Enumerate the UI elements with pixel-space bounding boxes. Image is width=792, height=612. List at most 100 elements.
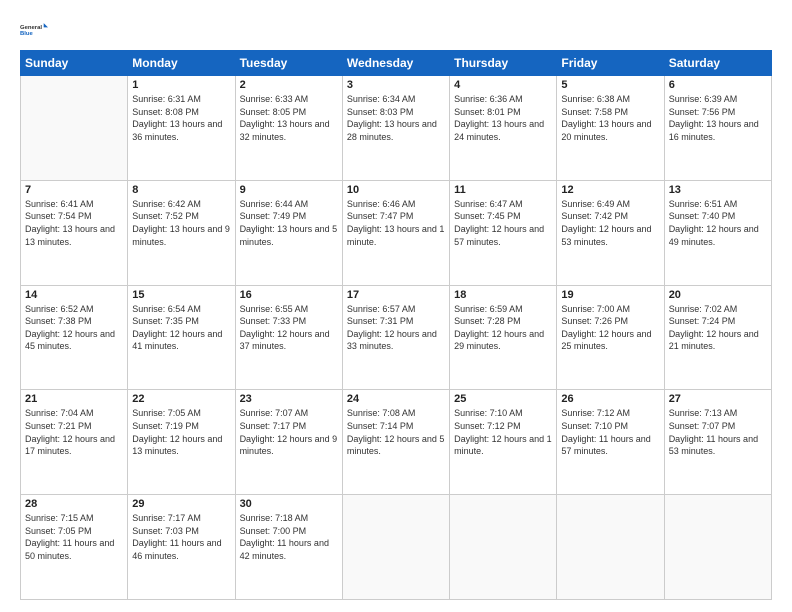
calendar-table: SundayMondayTuesdayWednesdayThursdayFrid… bbox=[20, 50, 772, 600]
cell-info: Sunrise: 7:08 AMSunset: 7:14 PMDaylight:… bbox=[347, 407, 445, 457]
cell-info: Sunrise: 6:36 AMSunset: 8:01 PMDaylight:… bbox=[454, 93, 552, 143]
weekday-header-friday: Friday bbox=[557, 51, 664, 76]
calendar-body: 1Sunrise: 6:31 AMSunset: 8:08 PMDaylight… bbox=[21, 76, 772, 600]
logo: General Blue bbox=[20, 18, 48, 40]
cell-info: Sunrise: 6:49 AMSunset: 7:42 PMDaylight:… bbox=[561, 198, 659, 248]
weekday-header-tuesday: Tuesday bbox=[235, 51, 342, 76]
cell-info: Sunrise: 6:34 AMSunset: 8:03 PMDaylight:… bbox=[347, 93, 445, 143]
calendar-cell: 30Sunrise: 7:18 AMSunset: 7:00 PMDayligh… bbox=[235, 495, 342, 600]
weekday-header-thursday: Thursday bbox=[450, 51, 557, 76]
day-number: 29 bbox=[132, 498, 230, 510]
calendar-cell bbox=[557, 495, 664, 600]
day-number: 25 bbox=[454, 393, 552, 405]
calendar-cell: 19 Sunrise: 7:00 AMSunset: 7:26 PMDayligh… bbox=[557, 285, 664, 390]
cell-info: Sunrise: 7:05 AMSunset: 7:19 PMDaylight:… bbox=[132, 407, 230, 457]
svg-text:Blue: Blue bbox=[20, 31, 34, 37]
calendar-cell bbox=[664, 495, 771, 600]
calendar-cell: 25 Sunrise: 7:10 AMSunset: 7:12 PMDayligh… bbox=[450, 390, 557, 495]
day-number: 12 bbox=[561, 184, 659, 196]
calendar-cell: 28Sunrise: 7:15 AMSunset: 7:05 PMDayligh… bbox=[21, 495, 128, 600]
day-number: 20 bbox=[669, 289, 767, 301]
calendar-cell: 14 Sunrise: 6:52 AMSunset: 7:38 PMDayligh… bbox=[21, 285, 128, 390]
calendar-week-row: 14 Sunrise: 6:52 AMSunset: 7:38 PMDayligh… bbox=[21, 285, 772, 390]
calendar-cell: 7Sunrise: 6:41 AMSunset: 7:54 PMDaylight… bbox=[21, 180, 128, 285]
cell-info: Sunrise: 6:44 AMSunset: 7:49 PMDaylight:… bbox=[240, 198, 338, 248]
cell-info: Sunrise: 7:17 AMSunset: 7:03 PMDaylight:… bbox=[132, 512, 230, 562]
day-number: 4 bbox=[454, 79, 552, 91]
calendar-header: SundayMondayTuesdayWednesdayThursdayFrid… bbox=[21, 51, 772, 76]
day-number: 19 bbox=[561, 289, 659, 301]
day-number: 8 bbox=[132, 184, 230, 196]
day-number: 18 bbox=[454, 289, 552, 301]
cell-info: Sunrise: 6:59 AMSunset: 7:28 PMDaylight:… bbox=[454, 303, 552, 353]
calendar-cell: 23Sunrise: 7:07 AMSunset: 7:17 PMDayligh… bbox=[235, 390, 342, 495]
cell-info: Sunrise: 6:39 AMSunset: 7:56 PMDaylight:… bbox=[669, 93, 767, 143]
calendar-cell bbox=[450, 495, 557, 600]
day-number: 9 bbox=[240, 184, 338, 196]
cell-info: Sunrise: 7:18 AMSunset: 7:00 PMDaylight:… bbox=[240, 512, 338, 562]
calendar-cell: 22 Sunrise: 7:05 AMSunset: 7:19 PMDayligh… bbox=[128, 390, 235, 495]
weekday-header-wednesday: Wednesday bbox=[342, 51, 449, 76]
calendar-week-row: 28Sunrise: 7:15 AMSunset: 7:05 PMDayligh… bbox=[21, 495, 772, 600]
cell-info: Sunrise: 6:41 AMSunset: 7:54 PMDaylight:… bbox=[25, 198, 123, 248]
cell-info: Sunrise: 7:12 AMSunset: 7:10 PMDaylight:… bbox=[561, 407, 659, 457]
cell-info: Sunrise: 7:10 AMSunset: 7:12 PMDaylight:… bbox=[454, 407, 552, 457]
day-number: 24 bbox=[347, 393, 445, 405]
header: General Blue bbox=[20, 18, 772, 40]
cell-info: Sunrise: 6:57 AMSunset: 7:31 PMDaylight:… bbox=[347, 303, 445, 353]
day-number: 17 bbox=[347, 289, 445, 301]
cell-info: Sunrise: 6:55 AMSunset: 7:33 PMDaylight:… bbox=[240, 303, 338, 353]
calendar-cell: 4 Sunrise: 6:36 AMSunset: 8:01 PMDaylight… bbox=[450, 76, 557, 181]
day-number: 14 bbox=[25, 289, 123, 301]
day-number: 16 bbox=[240, 289, 338, 301]
day-number: 23 bbox=[240, 393, 338, 405]
calendar-cell: 3 Sunrise: 6:34 AMSunset: 8:03 PMDaylight… bbox=[342, 76, 449, 181]
weekday-header-row: SundayMondayTuesdayWednesdayThursdayFrid… bbox=[21, 51, 772, 76]
cell-info: Sunrise: 6:33 AMSunset: 8:05 PMDaylight:… bbox=[240, 93, 338, 143]
day-number: 15 bbox=[132, 289, 230, 301]
calendar-cell: 5Sunrise: 6:38 AMSunset: 7:58 PMDaylight… bbox=[557, 76, 664, 181]
calendar-week-row: 7Sunrise: 6:41 AMSunset: 7:54 PMDaylight… bbox=[21, 180, 772, 285]
calendar-week-row: 21 Sunrise: 7:04 AMSunset: 7:21 PMDayligh… bbox=[21, 390, 772, 495]
day-number: 28 bbox=[25, 498, 123, 510]
cell-info: Sunrise: 7:04 AMSunset: 7:21 PMDaylight:… bbox=[25, 407, 123, 457]
calendar-cell: 12 Sunrise: 6:49 AMSunset: 7:42 PMDayligh… bbox=[557, 180, 664, 285]
calendar-cell: 2 Sunrise: 6:33 AMSunset: 8:05 PMDaylight… bbox=[235, 76, 342, 181]
calendar-cell bbox=[342, 495, 449, 600]
calendar-cell: 17 Sunrise: 6:57 AMSunset: 7:31 PMDayligh… bbox=[342, 285, 449, 390]
calendar-cell: 8 Sunrise: 6:42 AMSunset: 7:52 PMDaylight… bbox=[128, 180, 235, 285]
calendar-cell: 29 Sunrise: 7:17 AMSunset: 7:03 PMDayligh… bbox=[128, 495, 235, 600]
cell-info: Sunrise: 7:00 AMSunset: 7:26 PMDaylight:… bbox=[561, 303, 659, 353]
cell-info: Sunrise: 7:02 AMSunset: 7:24 PMDaylight:… bbox=[669, 303, 767, 353]
calendar-cell: 10Sunrise: 6:46 AMSunset: 7:47 PMDayligh… bbox=[342, 180, 449, 285]
day-number: 3 bbox=[347, 79, 445, 91]
calendar-cell: 27Sunrise: 7:13 AMSunset: 7:07 PMDayligh… bbox=[664, 390, 771, 495]
logo-icon: General Blue bbox=[20, 18, 48, 40]
day-number: 11 bbox=[454, 184, 552, 196]
cell-info: Sunrise: 6:42 AMSunset: 7:52 PMDaylight:… bbox=[132, 198, 230, 248]
calendar-cell: 13 Sunrise: 6:51 AMSunset: 7:40 PMDayligh… bbox=[664, 180, 771, 285]
day-number: 6 bbox=[669, 79, 767, 91]
calendar-cell: 6 Sunrise: 6:39 AMSunset: 7:56 PMDaylight… bbox=[664, 76, 771, 181]
day-number: 1 bbox=[132, 79, 230, 91]
calendar-cell: 9 Sunrise: 6:44 AMSunset: 7:49 PMDaylight… bbox=[235, 180, 342, 285]
weekday-header-monday: Monday bbox=[128, 51, 235, 76]
day-number: 22 bbox=[132, 393, 230, 405]
day-number: 5 bbox=[561, 79, 659, 91]
calendar-week-row: 1Sunrise: 6:31 AMSunset: 8:08 PMDaylight… bbox=[21, 76, 772, 181]
page: General Blue SundayMondayTuesdayWednesda… bbox=[0, 0, 792, 612]
calendar-cell: 20 Sunrise: 7:02 AMSunset: 7:24 PMDayligh… bbox=[664, 285, 771, 390]
calendar-cell: 1Sunrise: 6:31 AMSunset: 8:08 PMDaylight… bbox=[128, 76, 235, 181]
day-number: 26 bbox=[561, 393, 659, 405]
cell-info: Sunrise: 6:54 AMSunset: 7:35 PMDaylight:… bbox=[132, 303, 230, 353]
calendar-cell: 24 Sunrise: 7:08 AMSunset: 7:14 PMDayligh… bbox=[342, 390, 449, 495]
svg-text:General: General bbox=[20, 25, 42, 31]
cell-info: Sunrise: 6:51 AMSunset: 7:40 PMDaylight:… bbox=[669, 198, 767, 248]
cell-info: Sunrise: 6:52 AMSunset: 7:38 PMDaylight:… bbox=[25, 303, 123, 353]
calendar-cell: 16 Sunrise: 6:55 AMSunset: 7:33 PMDayligh… bbox=[235, 285, 342, 390]
day-number: 21 bbox=[25, 393, 123, 405]
cell-info: Sunrise: 6:47 AMSunset: 7:45 PMDaylight:… bbox=[454, 198, 552, 248]
day-number: 13 bbox=[669, 184, 767, 196]
day-number: 2 bbox=[240, 79, 338, 91]
cell-info: Sunrise: 7:13 AMSunset: 7:07 PMDaylight:… bbox=[669, 407, 767, 457]
